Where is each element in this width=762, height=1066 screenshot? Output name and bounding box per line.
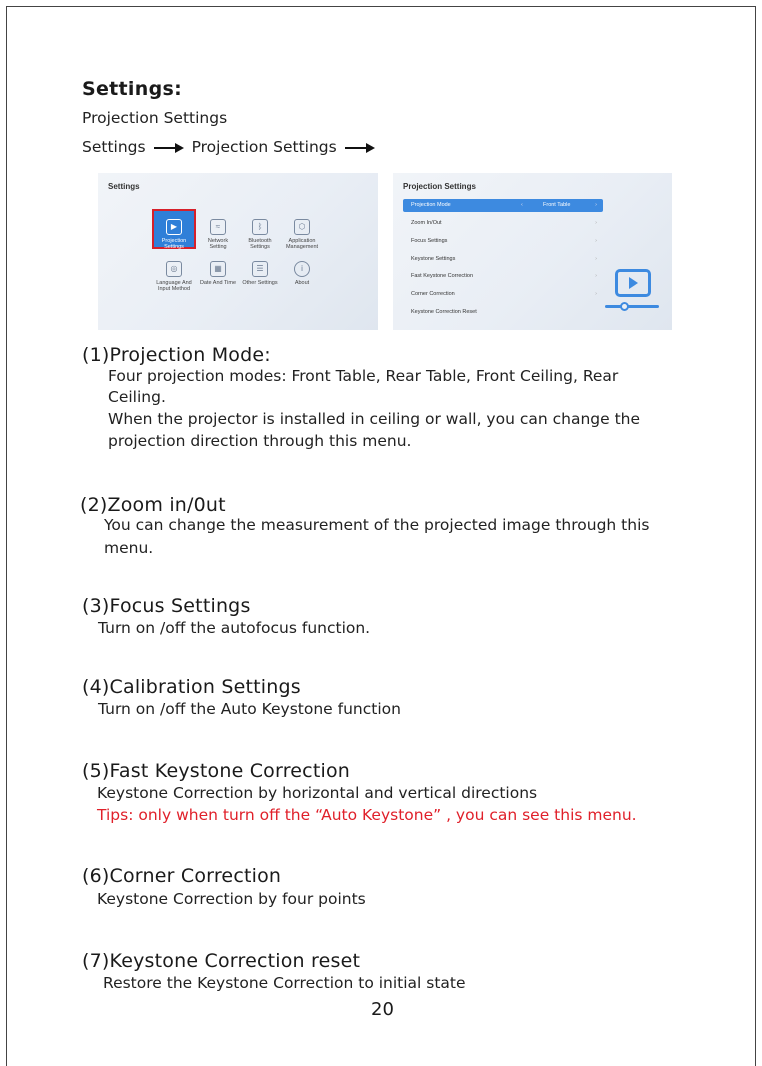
breadcrumb-to: Projection Settings [191, 138, 337, 156]
tile-label: Language And Input Method [156, 280, 192, 292]
menu-label: Zoom In/Out [411, 220, 442, 226]
menu-row-keystone-reset: Keystone Correction Reset [403, 306, 603, 319]
tile-label: Network Setting [207, 238, 229, 250]
calendar-icon: ▦ [210, 261, 226, 277]
tile-bluetooth-settings: ᛒ Bluetooth Settings [238, 219, 282, 250]
page-number: 20 [371, 999, 394, 1020]
section-text: Ceiling. [108, 388, 166, 406]
section-title-projection-mode: (1)Projection Mode: [82, 344, 271, 366]
menu-row-corner: Corner Correction › [403, 288, 603, 301]
menu-label: Fast Keystone Correction [411, 273, 474, 279]
chevron-left-icon: ‹ [521, 202, 523, 208]
section-title-zoom: (2)Zoom in/0ut [80, 494, 226, 516]
chevron-right-icon: › [595, 291, 597, 297]
tile-label: Projection Settings [161, 238, 187, 250]
list-icon: ☰ [252, 261, 268, 277]
section-text: Turn on /off the Auto Keystone function [98, 700, 401, 718]
section-text: menu. [104, 539, 154, 557]
menu-row-keystone: Keystone Settings › [403, 253, 603, 266]
settings-screen-title: Settings [108, 182, 140, 191]
chevron-right-icon: › [595, 220, 597, 226]
tile-about: i About [280, 261, 324, 286]
tile-date-time: ▦ Date And Time [196, 261, 240, 286]
section-text: Restore the Keystone Correction to initi… [103, 974, 466, 992]
menu-row-focus: Focus Settings › [403, 235, 603, 248]
chevron-right-icon: › [595, 273, 597, 279]
tile-label: Application Management [285, 238, 319, 250]
section-text: Keystone Correction by horizontal and ve… [97, 784, 538, 802]
slider-line-icon [605, 305, 659, 308]
wifi-icon: ≈ [210, 219, 226, 235]
section-title-calibration: (4)Calibration Settings [82, 676, 301, 698]
menu-row-projection-mode: Projection Mode ‹ Front Table › [403, 199, 603, 212]
tile-label: Bluetooth Settings [248, 238, 272, 250]
section-text: Turn on /off the autofocus function. [98, 619, 371, 637]
section-title-keystone-reset: (7)Keystone Correction reset [82, 950, 361, 972]
tile-language-input: ◎ Language And Input Method [152, 261, 196, 292]
section-text: You can change the measurement of the pr… [104, 516, 650, 534]
subheading: Projection Settings [82, 109, 228, 127]
tile-network-setting: ≈ Network Setting [196, 219, 240, 250]
page-heading: Settings: [82, 78, 182, 100]
section-title-corner: (6)Corner Correction [82, 865, 282, 887]
bluetooth-icon: ᛒ [252, 219, 268, 235]
arrow-right-icon [153, 142, 184, 153]
tile-application-management: ⬡ Application Management [280, 219, 324, 250]
projection-screen-title: Projection Settings [403, 182, 476, 191]
menu-label: Focus Settings [411, 238, 448, 244]
section-title-fast-keystone: (5)Fast Keystone Correction [82, 760, 351, 782]
tile-label: About [294, 280, 310, 286]
projection-play-icon [615, 269, 651, 297]
info-icon: i [294, 261, 310, 277]
app-icon: ⬡ [294, 219, 310, 235]
menu-label: Corner Correction [411, 291, 455, 297]
chevron-right-icon: › [595, 202, 597, 208]
menu-label: Keystone Settings [411, 256, 456, 262]
menu-label: Projection Mode [411, 202, 451, 208]
slider-knob-icon [620, 302, 629, 311]
section-text: Four projection modes: Front Table, Rear… [108, 367, 619, 385]
chevron-right-icon: › [595, 238, 597, 244]
menu-value: Front Table [543, 202, 571, 208]
tile-projection-settings: ▶ Projection Settings [152, 209, 196, 250]
menu-label: Keystone Correction Reset [411, 309, 477, 315]
settings-screenshot: Settings ▶ Projection Settings ≈ Network… [98, 173, 378, 330]
projector-icon: ▶ [166, 219, 182, 235]
tile-other-settings: ☰ Other Settings [238, 261, 282, 286]
tile-label: Date And Time [199, 280, 237, 286]
menu-row-fast-keystone: Fast Keystone Correction › [403, 270, 603, 283]
breadcrumb: Settings Projection Settings [82, 138, 383, 156]
globe-icon: ◎ [166, 261, 182, 277]
menu-row-zoom: Zoom In/Out › [403, 217, 603, 230]
section-text: projection direction through this menu. [108, 432, 412, 450]
section-text: When the projector is installed in ceili… [108, 410, 641, 428]
tip-text: Tips: only when turn off the “Auto Keyst… [97, 806, 637, 824]
tile-label: Other Settings [242, 280, 278, 286]
section-text: Keystone Correction by four points [97, 890, 366, 908]
projection-settings-screenshot: Projection Settings Projection Mode ‹ Fr… [393, 173, 672, 330]
breadcrumb-from: Settings [82, 138, 146, 156]
chevron-right-icon: › [595, 256, 597, 262]
arrow-right-icon [344, 142, 375, 153]
section-title-focus: (3)Focus Settings [82, 595, 251, 617]
